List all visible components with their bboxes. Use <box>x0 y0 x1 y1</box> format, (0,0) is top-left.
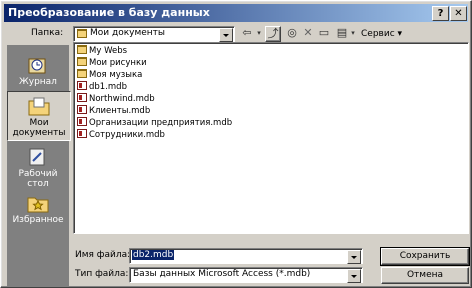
file-name: db1.mdb <box>89 82 127 92</box>
desktop-icon <box>29 148 45 166</box>
window-title: Преобразование в базу данных <box>8 6 210 19</box>
back-icon[interactable]: ⇦ <box>241 25 253 41</box>
file-name: My Webs <box>89 46 128 56</box>
title-bar: Преобразование в базу данных ? ✕ <box>4 4 468 22</box>
file-name: Мои рисунки <box>89 58 147 68</box>
favorites-icon <box>27 197 49 213</box>
chevron-down-icon[interactable] <box>347 269 361 283</box>
place-label: Мои документы <box>12 118 66 138</box>
lookin-dropdown[interactable]: Мои документы <box>73 26 235 42</box>
file-name: Организации предприятия.mdb <box>89 118 233 128</box>
save-button[interactable]: Сохранить <box>380 247 470 266</box>
place-label: Рабочий стол <box>18 169 58 189</box>
list-item[interactable]: My Webs <box>77 45 127 57</box>
tools-label: Сервис <box>361 29 395 39</box>
search-web-icon[interactable]: ◎ <box>285 25 299 41</box>
access-db-icon <box>77 93 87 102</box>
save-dialog: Преобразование в базу данных ? ✕ Папка: … <box>0 0 472 288</box>
list-item[interactable]: Клиенты.mdb <box>77 105 150 117</box>
place-my-documents[interactable]: Мои документы <box>7 91 71 141</box>
up-folder-icon[interactable]: ⤴ <box>265 26 281 42</box>
list-item[interactable]: Мои рисунки <box>77 57 147 69</box>
help-button[interactable]: ? <box>432 6 449 21</box>
filetype-value: Базы данных Microsoft Access (*.mdb) <box>133 269 311 279</box>
access-db-icon <box>77 81 87 90</box>
places-bar: Журнал Мои документы Рабочий стол Избран… <box>7 45 71 287</box>
file-name: Сотрудники.mdb <box>89 130 165 140</box>
lookin-value: Мои документы <box>90 28 166 38</box>
close-button[interactable]: ✕ <box>450 6 467 21</box>
chevron-down-icon[interactable] <box>219 28 233 42</box>
folder-icon <box>77 45 87 54</box>
list-item[interactable]: Моя музыка <box>77 69 142 81</box>
tools-menu[interactable]: Сервис ▾ <box>361 29 402 39</box>
new-folder-icon[interactable]: ▭ <box>317 25 331 41</box>
filename-label: Имя файла: <box>75 250 131 260</box>
folder-icon <box>77 29 87 38</box>
file-name: Клиенты.mdb <box>89 106 151 116</box>
history-icon <box>28 58 46 74</box>
filename-field[interactable]: db2.mdb <box>132 250 175 260</box>
place-label: Журнал <box>19 77 57 87</box>
my-documents-icon <box>28 97 50 116</box>
chevron-down-icon[interactable]: ▾ <box>349 25 357 41</box>
list-item[interactable]: Сотрудники.mdb <box>77 129 165 141</box>
file-name: Northwind.mdb <box>89 94 155 104</box>
place-favorites[interactable]: Избранное <box>7 189 69 235</box>
file-name: Моя музыка <box>89 70 143 80</box>
access-db-icon <box>77 129 87 138</box>
access-db-icon <box>77 105 87 114</box>
place-label: Избранное <box>12 215 64 225</box>
folder-icon <box>77 57 87 66</box>
chevron-down-icon[interactable]: ▾ <box>255 25 263 41</box>
filetype-dropdown[interactable]: Базы данных Microsoft Access (*.mdb) <box>129 267 363 283</box>
lookin-label: Папка: <box>31 28 64 38</box>
place-desktop[interactable]: Рабочий стол <box>7 143 69 189</box>
folder-icon <box>77 69 87 78</box>
filetype-label: Тип файла: <box>75 269 129 279</box>
file-list[interactable]: My Webs Мои рисунки Моя музыка db1.mdb N… <box>73 42 469 234</box>
list-item[interactable]: Northwind.mdb <box>77 93 155 105</box>
views-icon[interactable]: ▤ <box>335 25 349 41</box>
chevron-down-icon[interactable] <box>347 250 361 264</box>
list-item[interactable]: db1.mdb <box>77 81 127 93</box>
filename-value: db2.mdb <box>132 250 175 260</box>
delete-icon[interactable]: ✕ <box>301 25 315 41</box>
filename-combo[interactable]: db2.mdb <box>129 248 363 264</box>
list-item[interactable]: Организации предприятия.mdb <box>77 117 232 129</box>
access-db-icon <box>77 117 87 126</box>
cancel-button[interactable]: Отмена <box>381 267 469 284</box>
